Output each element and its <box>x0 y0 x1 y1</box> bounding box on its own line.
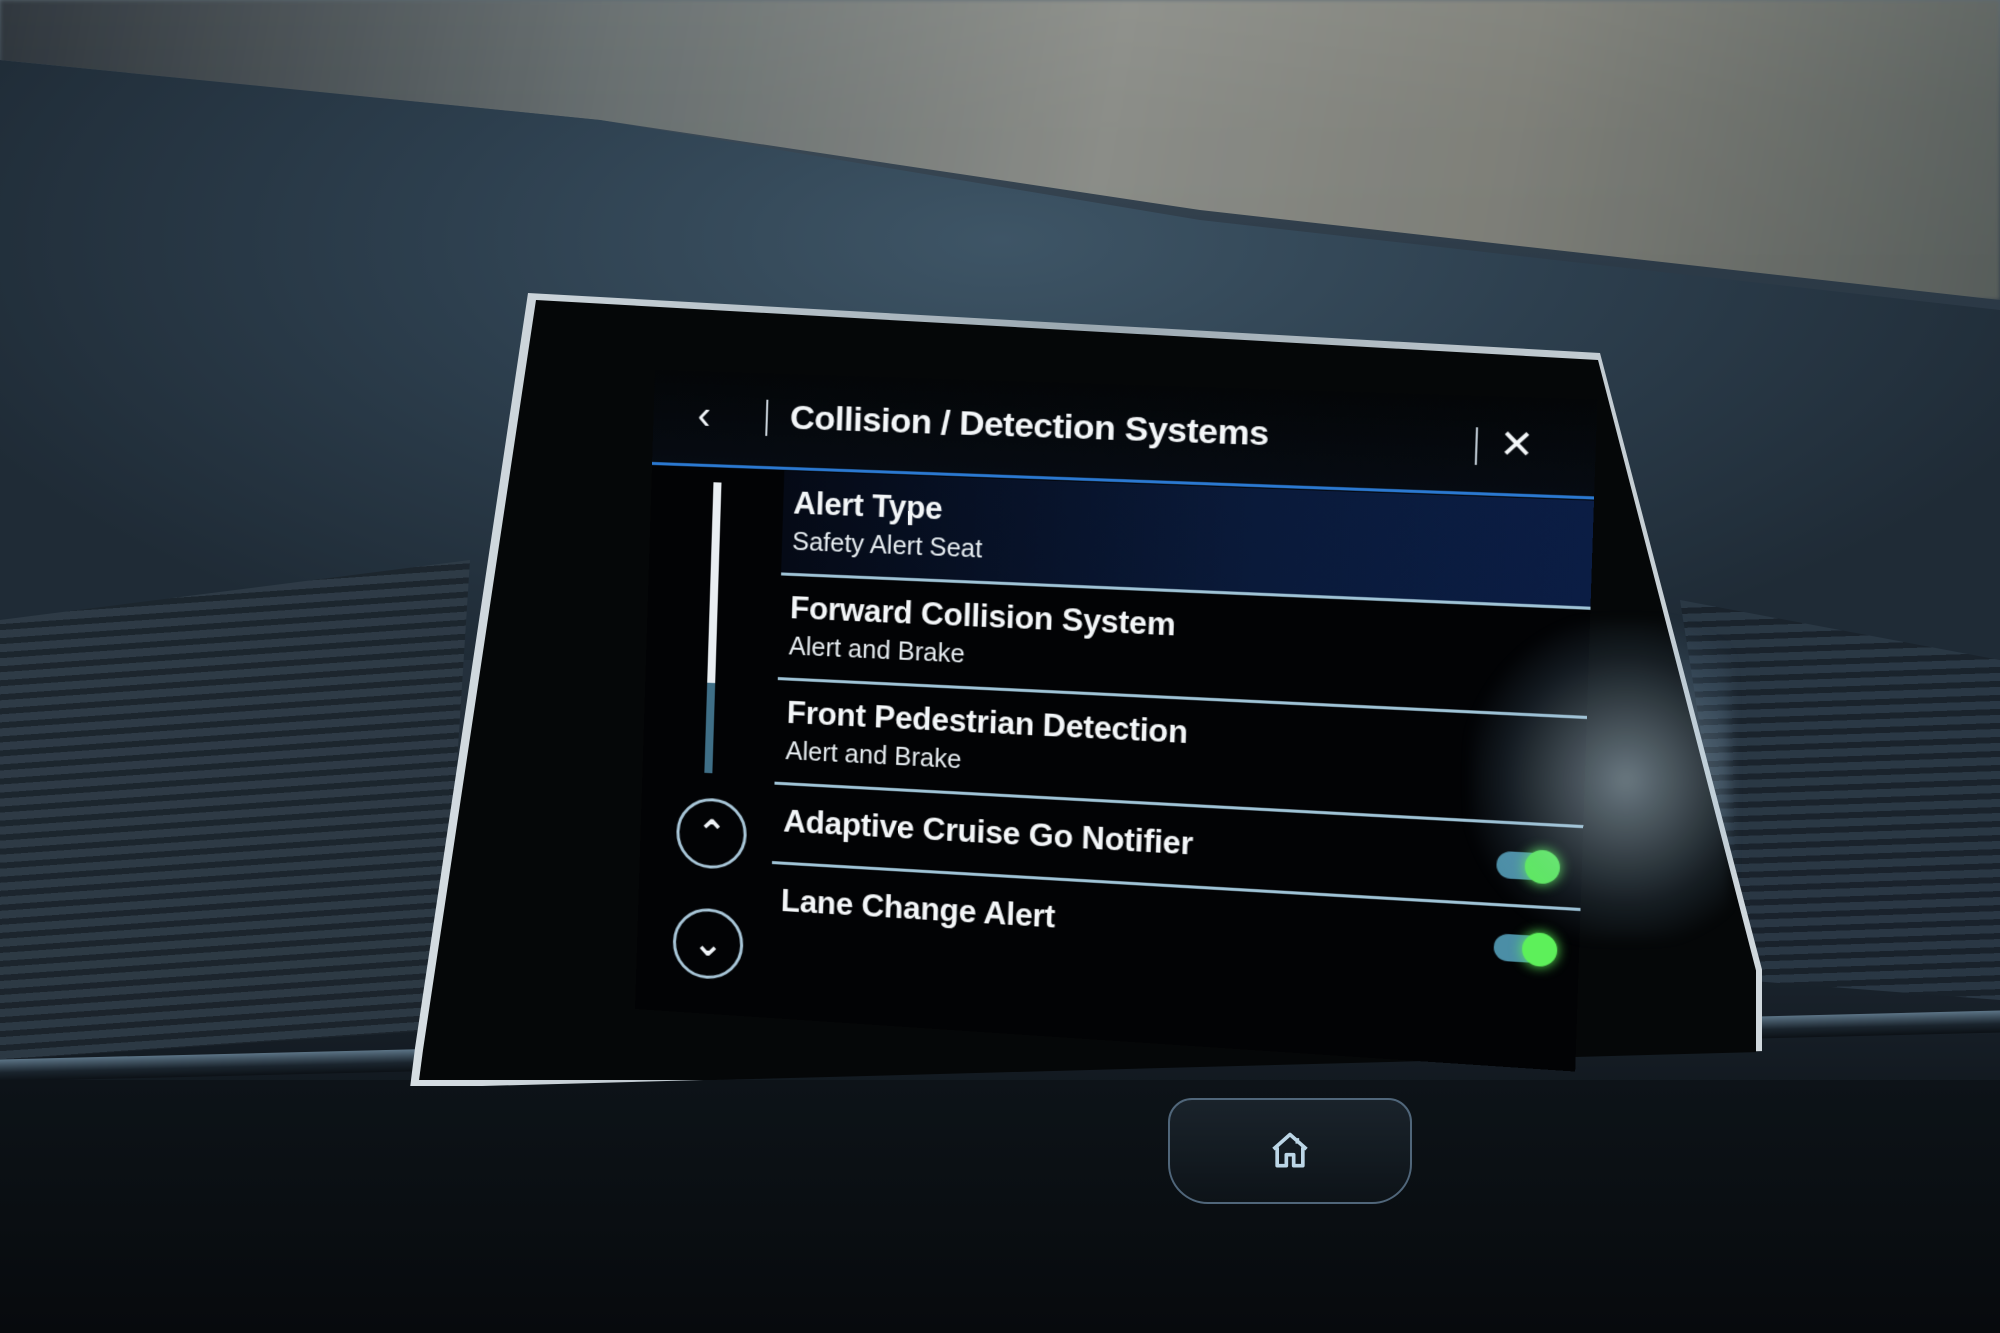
chevron-down-icon: ⌄ <box>692 921 724 965</box>
home-button[interactable] <box>1168 1098 1412 1204</box>
back-button[interactable]: ‹ <box>696 393 738 438</box>
scrollbar-thumb[interactable] <box>707 482 722 684</box>
scroll-down-button[interactable]: ⌄ <box>671 906 745 981</box>
chevron-left-icon: ‹ <box>696 393 712 438</box>
infotainment-screen: ‹ Collision / Detection Systems ✕ ⌃ ⌄ Al… <box>634 370 1598 1072</box>
page-title: Collision / Detection Systems <box>789 398 1270 454</box>
air-vent-left <box>0 560 470 1060</box>
home-icon <box>1272 1132 1308 1168</box>
lower-dashboard <box>0 1080 2000 1333</box>
header-divider <box>765 399 769 436</box>
close-icon: ✕ <box>1498 422 1535 468</box>
scroll-up-button[interactable]: ⌃ <box>675 796 748 871</box>
light-reflection <box>1470 620 1730 940</box>
header-divider <box>1474 427 1479 465</box>
close-button[interactable]: ✕ <box>1498 422 1535 468</box>
chevron-up-icon: ⌃ <box>695 811 728 855</box>
